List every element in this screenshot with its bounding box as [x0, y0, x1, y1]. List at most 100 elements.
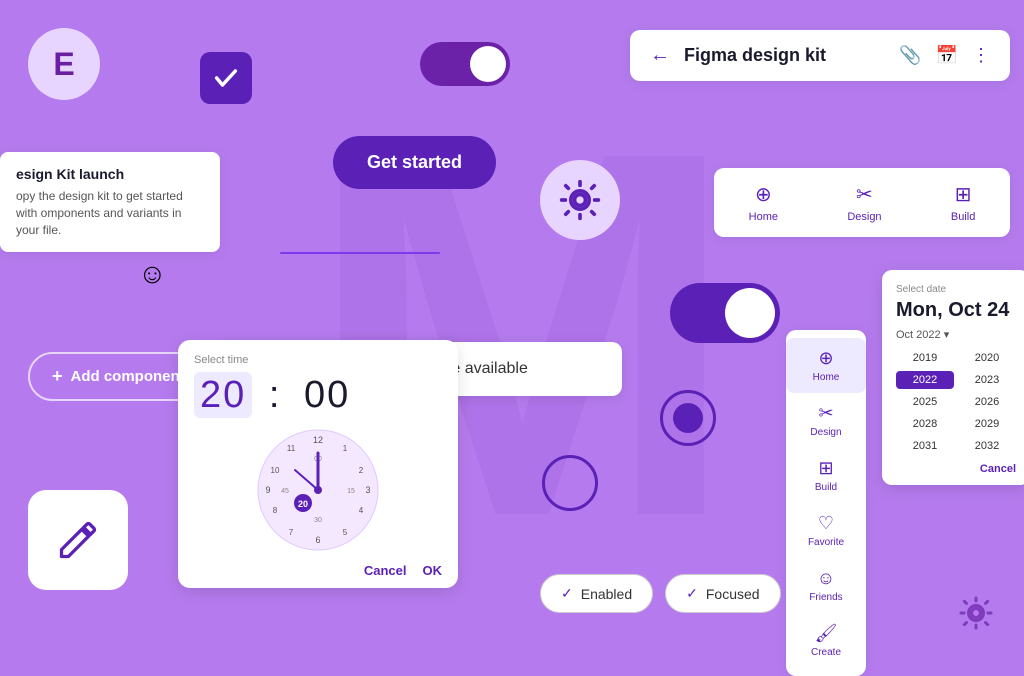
gear-icon-widget[interactable]	[540, 160, 620, 240]
svg-text:7: 7	[289, 528, 294, 537]
add-component-label: Add component	[71, 368, 185, 385]
time-ok-btn[interactable]: OK	[423, 563, 443, 578]
toggle-large-knob	[725, 288, 775, 338]
edit-icon-card[interactable]	[28, 490, 128, 590]
sidebar-home-icon: ⊕	[818, 348, 833, 369]
sidebar-build-icon: ⊞	[818, 458, 833, 479]
clock-area: 12 6 9 3 1 2 4 5 7 8 10 11 00 30 45 15 2…	[194, 425, 442, 555]
chip-focused[interactable]: ✓ Focused	[665, 574, 780, 613]
svg-text:3: 3	[365, 485, 370, 495]
svg-text:20: 20	[298, 499, 308, 509]
checkbox-widget[interactable]	[200, 52, 252, 104]
year-2022[interactable]: 2022	[896, 371, 954, 389]
svg-text:8: 8	[273, 506, 278, 515]
sidebar-item-create[interactable]: 🖌 Create	[786, 613, 866, 668]
sidebar-favorite-icon: ♡	[818, 513, 834, 534]
nav-item-build[interactable]: ⊞ Build	[937, 176, 989, 229]
svg-text:11: 11	[287, 444, 296, 453]
sidebar-friends-label: Friends	[809, 592, 842, 603]
top-bar-icons: 📎 📅 ⋮	[899, 45, 990, 66]
year-2029[interactable]: 2029	[958, 415, 1016, 433]
svg-text:10: 10	[271, 466, 280, 475]
radio-button-filled[interactable]	[660, 390, 716, 446]
edit-icon	[56, 518, 100, 562]
sidebar-friends-icon: ☺	[817, 568, 835, 589]
get-started-button[interactable]: Get started	[333, 136, 496, 189]
sidebar-item-favorite[interactable]: ♡ Favorite	[786, 503, 866, 558]
desc-card-body: opy the design kit to get started with o…	[16, 188, 204, 238]
sidebar-nav: ⊕ Home ✂ Design ⊞ Build ♡ Favorite ☺ Fri…	[786, 330, 866, 676]
back-button[interactable]: ←	[650, 44, 670, 67]
time-picker-actions: Cancel OK	[194, 563, 442, 578]
divider-line	[280, 252, 440, 254]
sidebar-home-label: Home	[813, 372, 840, 383]
toggle-knob	[470, 46, 506, 82]
nav-item-home[interactable]: ⊕ Home	[735, 176, 792, 229]
toggle-small[interactable]	[420, 42, 510, 86]
svg-text:2: 2	[359, 466, 364, 475]
radio-inner-dot	[673, 403, 703, 433]
date-picker-month[interactable]: Oct 2022 ▾	[896, 328, 1016, 341]
build-nav-label: Build	[951, 211, 975, 223]
date-picker-date: Mon, Oct 24	[896, 299, 1016, 322]
svg-text:6: 6	[315, 535, 320, 545]
gear-icon-br	[958, 595, 994, 631]
more-icon[interactable]: ⋮	[972, 45, 990, 66]
nav-item-design[interactable]: ✂ Design	[833, 176, 895, 229]
time-picker: Select time 20 : 00 12 6 9 3 1 2 4 5 7 8…	[178, 340, 458, 588]
top-bar-title: Figma design kit	[684, 45, 885, 66]
year-2019[interactable]: 2019	[896, 349, 954, 367]
time-minutes[interactable]: 00	[298, 372, 356, 418]
year-2025[interactable]: 2025	[896, 393, 954, 411]
sidebar-item-friends[interactable]: ☺ Friends	[786, 558, 866, 613]
date-picker-cancel[interactable]: Cancel	[896, 463, 1016, 475]
radio-button-outline[interactable]	[542, 455, 598, 511]
svg-text:4: 4	[359, 506, 364, 515]
chip-enabled-check: ✓	[561, 585, 573, 602]
plus-icon: +	[52, 366, 63, 387]
description-card: esign Kit launch opy the design kit to g…	[0, 152, 220, 252]
gear-bottom-right-icon[interactable]	[958, 595, 994, 639]
build-nav-icon: ⊞	[955, 182, 972, 207]
sidebar-item-home[interactable]: ⊕ Home	[786, 338, 866, 393]
emoji-icon: ☺	[138, 258, 167, 290]
year-2026[interactable]: 2026	[958, 393, 1016, 411]
sidebar-design-label: Design	[810, 427, 841, 438]
home-nav-icon: ⊕	[755, 182, 772, 207]
sidebar-item-design[interactable]: ✂ Design	[786, 393, 866, 448]
year-2031[interactable]: 2031	[896, 437, 954, 455]
avatar: E	[28, 28, 100, 100]
sidebar-favorite-label: Favorite	[808, 537, 844, 548]
chip-enabled[interactable]: ✓ Enabled	[540, 574, 653, 613]
nav-bar: ⊕ Home ✂ Design ⊞ Build	[714, 168, 1010, 237]
chip-focused-check: ✓	[686, 585, 698, 602]
date-picker-label: Select date	[896, 284, 1016, 295]
svg-text:45: 45	[281, 488, 289, 495]
year-2032[interactable]: 2032	[958, 437, 1016, 455]
svg-text:1: 1	[343, 444, 348, 453]
year-2020[interactable]: 2020	[958, 349, 1016, 367]
svg-text:15: 15	[347, 488, 355, 495]
chips-row: ✓ Enabled ✓ Focused	[540, 574, 781, 613]
date-picker: Select date Mon, Oct 24 Oct 2022 ▾ 2019 …	[882, 270, 1024, 485]
checkmark-icon	[212, 64, 240, 92]
time-separator: :	[269, 374, 282, 416]
toggle-large[interactable]	[670, 283, 780, 343]
design-nav-icon: ✂	[856, 182, 873, 207]
year-2028[interactable]: 2028	[896, 415, 954, 433]
time-hours[interactable]: 20	[194, 372, 252, 418]
attachment-icon[interactable]: 📎	[899, 45, 921, 66]
svg-text:12: 12	[313, 435, 323, 445]
date-picker-years: 2019 2020 2022 2023 2025 2026 2028 2029 …	[896, 349, 1016, 455]
svg-text:9: 9	[265, 485, 270, 495]
chip-enabled-label: Enabled	[581, 586, 632, 602]
top-bar: ← Figma design kit 📎 📅 ⋮	[630, 30, 1010, 81]
calendar-icon[interactable]: 📅	[936, 45, 958, 66]
sidebar-item-build[interactable]: ⊞ Build	[786, 448, 866, 503]
home-nav-label: Home	[749, 211, 778, 223]
desc-card-title: esign Kit launch	[16, 166, 204, 182]
year-2023[interactable]: 2023	[958, 371, 1016, 389]
time-cancel-btn[interactable]: Cancel	[364, 563, 407, 578]
svg-text:30: 30	[314, 517, 322, 524]
design-nav-label: Design	[847, 211, 881, 223]
